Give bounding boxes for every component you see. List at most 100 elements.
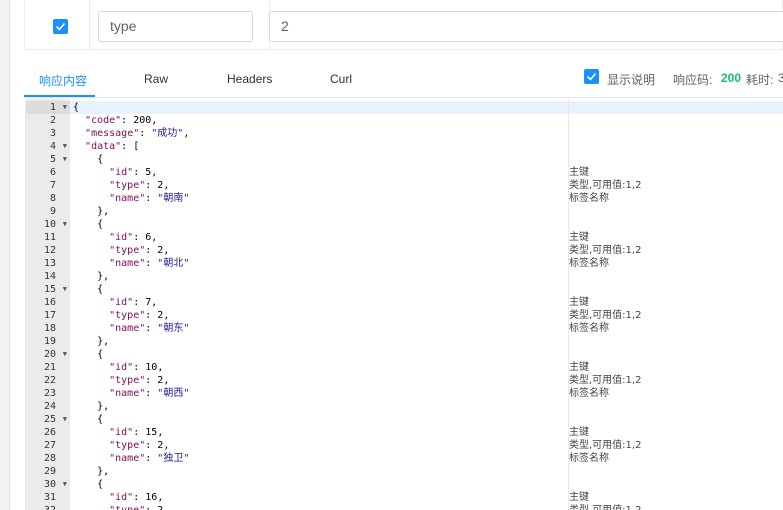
field-description: 标签名称 — [569, 323, 609, 334]
code-line: "type": 2, — [109, 310, 170, 321]
field-description: 类型,可用值:1,2 — [569, 180, 642, 191]
line-number: 12 — [26, 244, 70, 257]
line-number: 10 ▼ — [26, 218, 70, 231]
fold-toggle-icon[interactable]: ▼ — [63, 101, 67, 114]
elapsed-time-label: 耗时: — [746, 73, 774, 87]
code-line: "name": "独卫" — [109, 453, 190, 464]
code-line: "id": 15, — [109, 427, 164, 438]
code-line: { — [73, 284, 104, 295]
field-description: 标签名称 — [569, 453, 609, 464]
code-line: "type": 2, — [73, 504, 169, 510]
field-description: 类型,可用值:1,2 — [569, 310, 642, 321]
line-number: 2 — [26, 114, 70, 127]
fold-toggle-icon[interactable]: ▼ — [63, 413, 67, 426]
line-number: 9 — [26, 205, 70, 218]
line-number: 18 — [26, 322, 70, 335]
line-number-text: 10 — [43, 219, 56, 230]
code-line: { — [73, 414, 104, 425]
line-number-text: 15 — [43, 284, 56, 295]
line-number-text: 30 — [43, 479, 56, 490]
param-name-cell: type — [90, 0, 270, 49]
param-value-select[interactable]: 2 — [269, 11, 783, 42]
line-number: 30 ▼ — [26, 478, 70, 491]
fold-toggle-icon[interactable]: ▼ — [63, 478, 67, 491]
tab-headers[interactable]: Headers — [227, 72, 272, 86]
line-number: 13 — [26, 257, 70, 270]
line-number: 4 ▼ — [26, 140, 70, 153]
line-number-text: 32 — [44, 504, 56, 510]
line-number: 16 — [26, 296, 70, 309]
code-line: "id": 16, — [109, 492, 164, 503]
tab-curl[interactable]: Curl — [330, 72, 352, 86]
field-description: 类型,可用值:1,2 — [569, 440, 642, 451]
code-line: "type": 2, — [109, 245, 170, 256]
code-line: "name": "朝东" — [109, 323, 190, 334]
param-enable-checkbox[interactable] — [53, 19, 68, 34]
line-number-text: 8 — [49, 193, 56, 204]
line-number: 28 — [26, 452, 70, 465]
line-number: 7 — [26, 179, 70, 192]
line-number: 8 — [26, 192, 70, 205]
line-number: 5 ▼ — [26, 153, 70, 166]
field-description: 标签名称 — [569, 258, 609, 269]
field-description: 主键 — [569, 362, 589, 373]
line-number-text: 5 — [49, 154, 56, 165]
code-line: { — [73, 219, 104, 230]
line-number-text: 16 — [43, 297, 56, 308]
fold-toggle-icon[interactable]: ▼ — [63, 218, 67, 231]
check-icon — [586, 72, 597, 81]
code-line: "type": 2, — [109, 375, 170, 386]
line-number: 15 ▼ — [26, 283, 70, 296]
fold-toggle-icon[interactable]: ▼ — [63, 153, 67, 166]
code-line: }, — [73, 336, 110, 347]
fold-toggle-icon[interactable]: ▼ — [63, 348, 67, 361]
field-description: 主键 — [569, 427, 589, 438]
param-enable-cell — [25, 0, 90, 49]
line-number-text: 3 — [49, 128, 56, 139]
line-number: 29 — [26, 465, 70, 478]
field-description: 标签名称 — [569, 193, 609, 204]
field-description: 主键 — [569, 297, 589, 308]
line-number-text: 1 — [49, 102, 56, 113]
line-number: 1 ▼ — [26, 101, 70, 114]
show-desc-label[interactable]: 显示说明 — [607, 71, 655, 88]
line-number-text: 13 — [43, 258, 56, 269]
line-number-text: 19 — [43, 336, 56, 347]
api-debug-page: type 2 响应内容 Raw Headers Curl 显示说明 响应码: 2… — [0, 0, 783, 510]
line-number: 22 — [26, 374, 70, 387]
line-number: 24 — [26, 400, 70, 413]
line-number-text: 23 — [43, 388, 56, 399]
active-tab-indicator — [24, 95, 95, 97]
line-number-text: 6 — [49, 167, 56, 178]
fold-toggle-icon[interactable]: ▼ — [63, 283, 67, 296]
code-line: "id": 5, — [109, 167, 158, 178]
line-number-text: 31 — [43, 492, 56, 503]
tab-response-content[interactable]: 响应内容 — [39, 72, 87, 89]
line-number-text: 12 — [43, 245, 56, 256]
line-number-text: 29 — [43, 466, 56, 477]
line-number-text: 24 — [43, 401, 56, 412]
check-icon — [55, 22, 66, 31]
fold-toggle-icon[interactable]: ▼ — [63, 140, 67, 153]
code-line: "id": 7, — [109, 297, 158, 308]
code-line: { — [73, 154, 104, 165]
tab-raw[interactable]: Raw — [144, 72, 168, 86]
show-desc-checkbox[interactable] — [584, 69, 599, 84]
code-line: }, — [73, 401, 110, 412]
line-number-text: 2 — [49, 115, 56, 126]
code-line: "type": 2, — [109, 180, 170, 191]
code-line: { — [73, 349, 104, 360]
field-description: 标签名称 — [569, 388, 609, 399]
response-code-editor[interactable]: 1 ▼ 2 3 4 ▼ 5 ▼ 6 7 8 9 10 ▼ 11 12 13 14 15 ▼ 16 17 18 19 20 ▼ 21 2… — [25, 99, 783, 510]
line-number: 19 — [26, 335, 70, 348]
code-line: { — [73, 102, 80, 113]
field-description: 主键 — [569, 167, 589, 178]
code-line: }, — [73, 271, 110, 282]
line-number-text: 4 — [49, 141, 56, 152]
active-line-highlight — [70, 101, 783, 114]
field-description: 主键 — [569, 232, 589, 243]
status-code-label: 响应码: — [673, 73, 713, 87]
param-name-input[interactable]: type — [98, 11, 253, 42]
line-number-text: 7 — [49, 180, 56, 191]
line-number: 17 — [26, 309, 70, 322]
